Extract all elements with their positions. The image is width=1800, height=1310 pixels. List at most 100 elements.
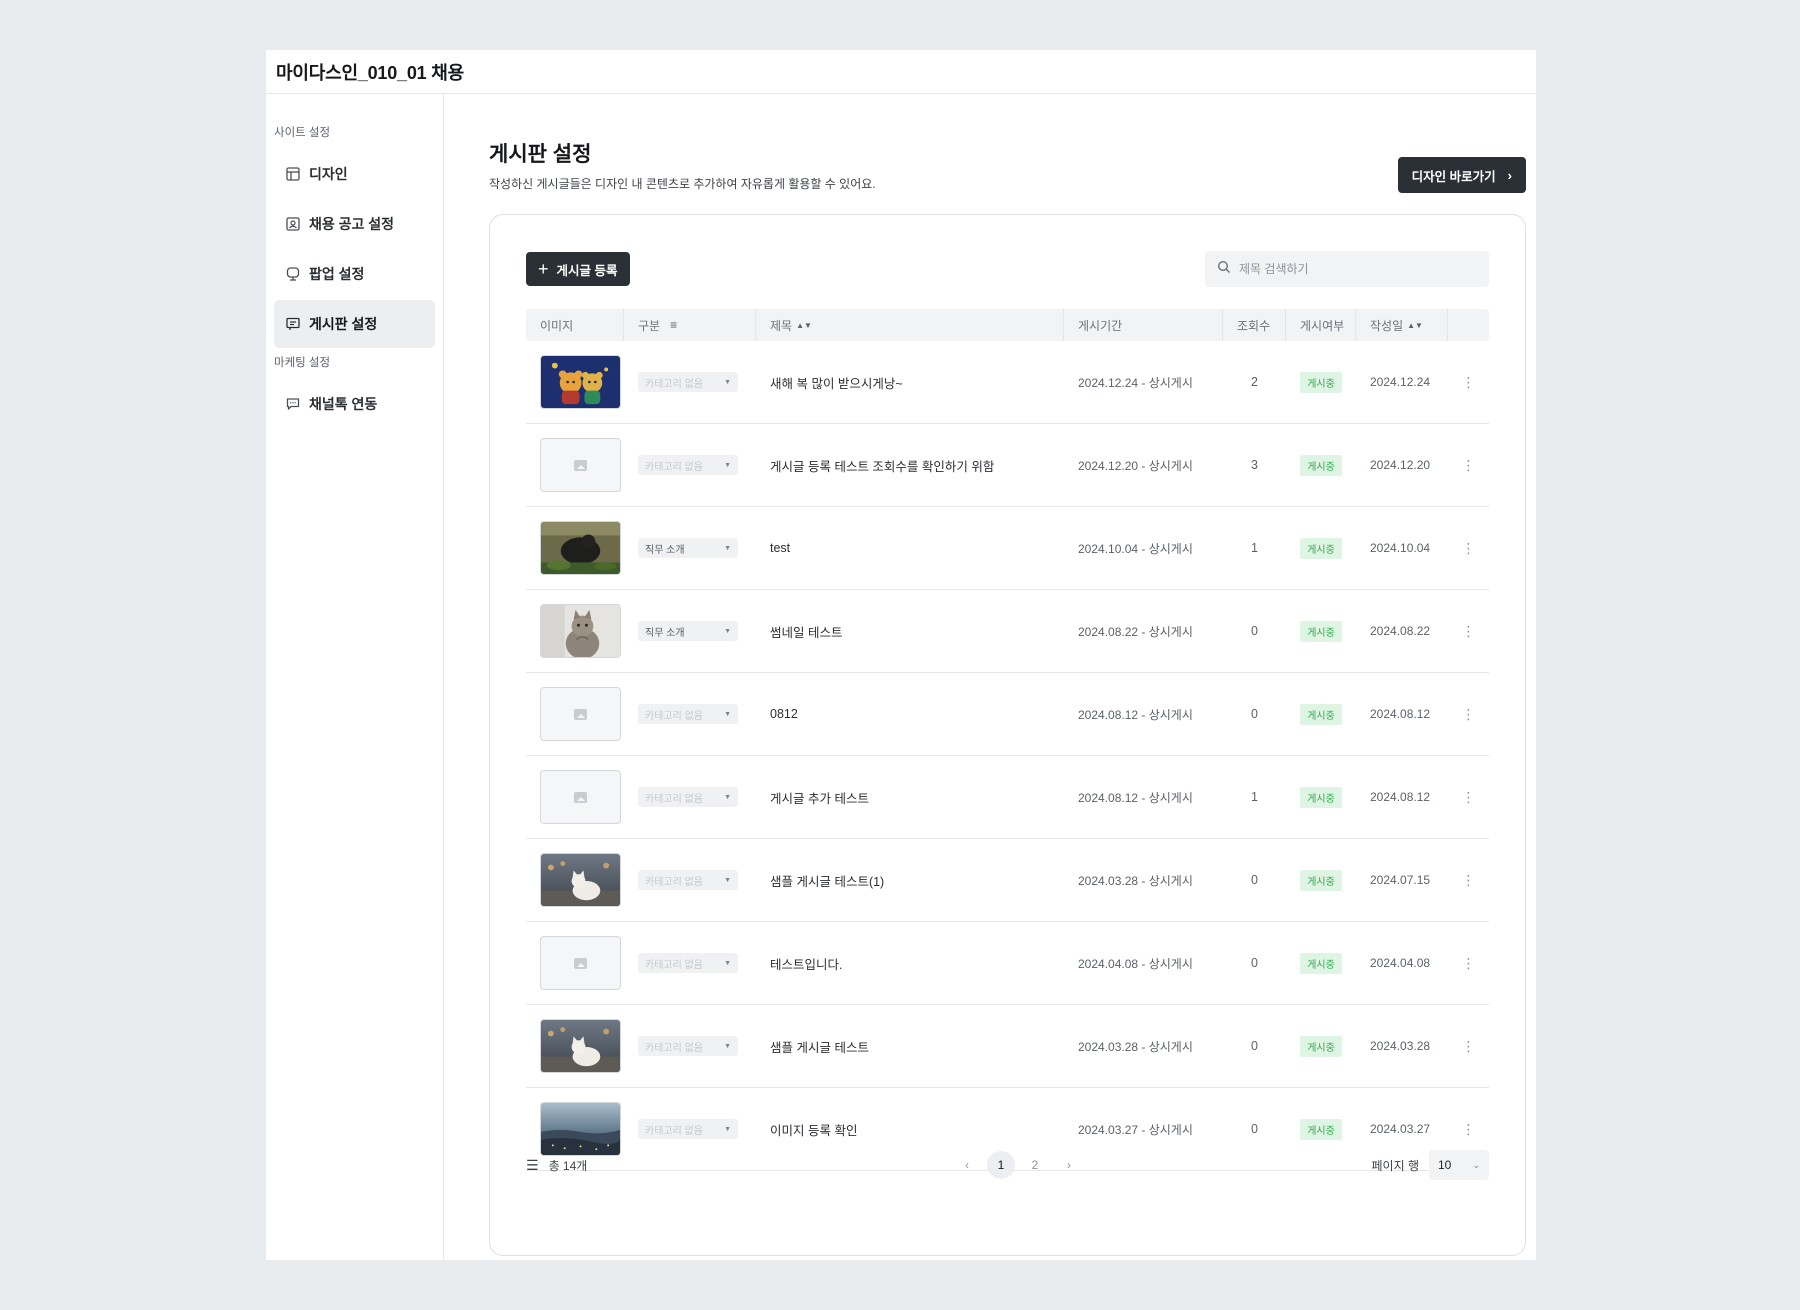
table-row[interactable]: 카테고리 없음 ▼ 샘플 게시글 테스트(1) 2024.03.28 - 상시게시 0 게… [526,839,1489,922]
category-select[interactable]: 카테고리 없음 ▼ [638,372,738,392]
table-row[interactable]: 직무 소개 ▼ 썸네일 테스트 2024.08.22 - 상시게시 0 게시중 2024.0… [526,590,1489,673]
more-options-icon[interactable]: ⋮ [1448,922,1489,1004]
cell-date: 2024.07.15 [1356,839,1448,921]
cell-image [526,424,624,506]
post-thumbnail[interactable] [540,853,621,907]
post-views: 1 [1251,790,1258,804]
table-row[interactable]: 카테고리 없음 ▼ 게시글 등록 테스트 조회수를 확인하기 위함 2024.12.2… [526,424,1489,507]
cell-title[interactable]: test [756,507,1064,589]
category-select[interactable]: 카테고리 없음 ▼ [638,704,738,724]
category-select[interactable]: 직무 소개 ▼ [638,621,738,641]
sidebar-item-popup[interactable]: 팝업 설정 [274,250,435,298]
post-thumbnail[interactable] [540,604,621,658]
post-title: 이미지 등록 확인 [770,1123,858,1138]
cell-title[interactable]: 새해 복 많이 받으시게낭~ [756,341,1064,423]
next-page-button[interactable]: › [1052,1150,1086,1180]
cell-category: 카테고리 없음 ▼ [624,756,756,838]
table-row[interactable]: 카테고리 없음 ▼ 게시글 추가 테스트 2024.08.12 - 상시게시 1 게시중 2… [526,756,1489,839]
category-value: 직무 소개 [645,627,685,639]
post-period: 2024.08.12 - 상시게시 [1078,707,1193,722]
category-select[interactable]: 카테고리 없음 ▼ [638,953,738,973]
category-select[interactable]: 카테고리 없음 ▼ [638,1119,738,1139]
post-views: 0 [1251,956,1258,970]
cell-image [526,1005,624,1087]
cell-category: 카테고리 없음 ▼ [624,922,756,1004]
header-period: 게시기간 [1064,309,1223,341]
sidebar-item-board[interactable]: 게시판 설정 [274,300,435,348]
cell-image [526,756,624,838]
post-thumbnail[interactable] [540,770,621,824]
post-title: 게시글 추가 테스트 [770,791,869,806]
cell-views: 1 [1223,756,1286,838]
page-button-1[interactable]: 1 [987,1151,1015,1179]
cell-views: 1 [1223,507,1286,589]
header-image: 이미지 [526,309,624,341]
cell-title[interactable]: 샘플 게시글 테스트(1) [756,839,1064,921]
post-thumbnail[interactable] [540,687,621,741]
post-thumbnail[interactable] [540,1019,621,1073]
table-row[interactable]: 카테고리 없음 ▼ 0812 2024.08.12 - 상시게시 0 게시중 2024.08… [526,673,1489,756]
cell-date: 2024.03.28 [1356,1005,1448,1087]
sort-icon[interactable]: ▲▼ [796,321,812,330]
more-options-icon[interactable]: ⋮ [1448,507,1489,589]
more-options-icon[interactable]: ⋮ [1448,673,1489,755]
sidebar-item-channeltalk[interactable]: 채널톡 연동 [274,380,435,428]
post-title: 샘플 게시글 테스트 [770,1040,869,1055]
header-title[interactable]: 제목 ▲▼ [756,309,1064,341]
more-options-icon[interactable]: ⋮ [1448,341,1489,423]
post-thumbnail[interactable] [540,438,621,492]
popup-icon [284,265,302,283]
cell-views: 0 [1223,590,1286,672]
sidebar-item-design[interactable]: 디자인 [274,150,435,198]
category-select[interactable]: 카테고리 없음 ▼ [638,455,738,475]
sidebar-section-site: 사이트 설정 [274,127,331,139]
layout-icon [284,165,302,183]
cell-date: 2024.08.12 [1356,756,1448,838]
post-views: 2 [1251,375,1258,389]
category-select[interactable]: 직무 소개 ▼ [638,538,738,558]
post-thumbnail[interactable] [540,1102,621,1156]
more-options-icon[interactable]: ⋮ [1448,590,1489,672]
search-input[interactable] [1239,262,1469,276]
table-row[interactable]: 직무 소개 ▼ test 2024.10.04 - 상시게시 1 게시중 2024.10.0… [526,507,1489,590]
add-post-button[interactable]: + 게시글 등록 [526,252,630,286]
cell-title[interactable]: 0812 [756,673,1064,755]
sort-icon[interactable]: ▲▼ [1407,321,1423,330]
header-category[interactable]: 구분 ≡ [624,309,756,341]
category-value: 카테고리 없음 [645,461,703,473]
prev-page-button[interactable]: ‹ [950,1150,984,1180]
design-shortcut-button[interactable]: 디자인 바로가기 › [1397,157,1526,193]
cell-period: 2024.12.20 - 상시게시 [1064,424,1223,506]
rows-per-page-select[interactable]: 10 ⌄ [1429,1150,1489,1180]
sidebar-item-recruit[interactable]: 채용 공고 설정 [274,200,435,248]
filter-icon[interactable]: ≡ [670,318,677,332]
cell-title[interactable]: 샘플 게시글 테스트 [756,1005,1064,1087]
cell-period: 2024.08.12 - 상시게시 [1064,756,1223,838]
table-row[interactable]: 카테고리 없음 ▼ 샘플 게시글 테스트 2024.03.28 - 상시게시 0 게시중 2… [526,1005,1489,1088]
table-row[interactable]: 카테고리 없음 ▼ 테스트입니다. 2024.04.08 - 상시게시 0 게시중 2024… [526,922,1489,1005]
category-select[interactable]: 카테고리 없음 ▼ [638,870,738,890]
table-row[interactable]: 카테고리 없음 ▼ 새해 복 많이 받으시게낭~ 2024.12.24 - 상시게시 2… [526,341,1489,424]
post-period: 2024.04.08 - 상시게시 [1078,956,1193,971]
status-badge: 게시중 [1300,1118,1342,1140]
main-content: 게시판 설정 작성하신 게시글들은 디자인 내 콘텐츠로 추가하여 자유롭게 활… [444,94,1536,1260]
search-box [1205,251,1489,287]
more-options-icon[interactable]: ⋮ [1448,839,1489,921]
post-thumbnail[interactable] [540,521,621,575]
post-thumbnail[interactable] [540,936,621,990]
page-button-2[interactable]: 2 [1018,1150,1052,1180]
category-select[interactable]: 카테고리 없음 ▼ [638,1036,738,1056]
header-views-label: 조회수 [1237,318,1271,333]
more-options-icon[interactable]: ⋮ [1448,424,1489,506]
post-views: 0 [1251,1122,1258,1136]
cell-title[interactable]: 테스트입니다. [756,922,1064,1004]
more-options-icon[interactable]: ⋮ [1448,1005,1489,1087]
cell-title[interactable]: 썸네일 테스트 [756,590,1064,672]
status-badge: 게시중 [1300,620,1342,642]
more-options-icon[interactable]: ⋮ [1448,756,1489,838]
post-thumbnail[interactable] [540,355,621,409]
cell-title[interactable]: 게시글 등록 테스트 조회수를 확인하기 위함 [756,424,1064,506]
category-select[interactable]: 카테고리 없음 ▼ [638,787,738,807]
cell-title[interactable]: 게시글 추가 테스트 [756,756,1064,838]
header-date[interactable]: 작성일 ▲▼ [1356,309,1448,341]
